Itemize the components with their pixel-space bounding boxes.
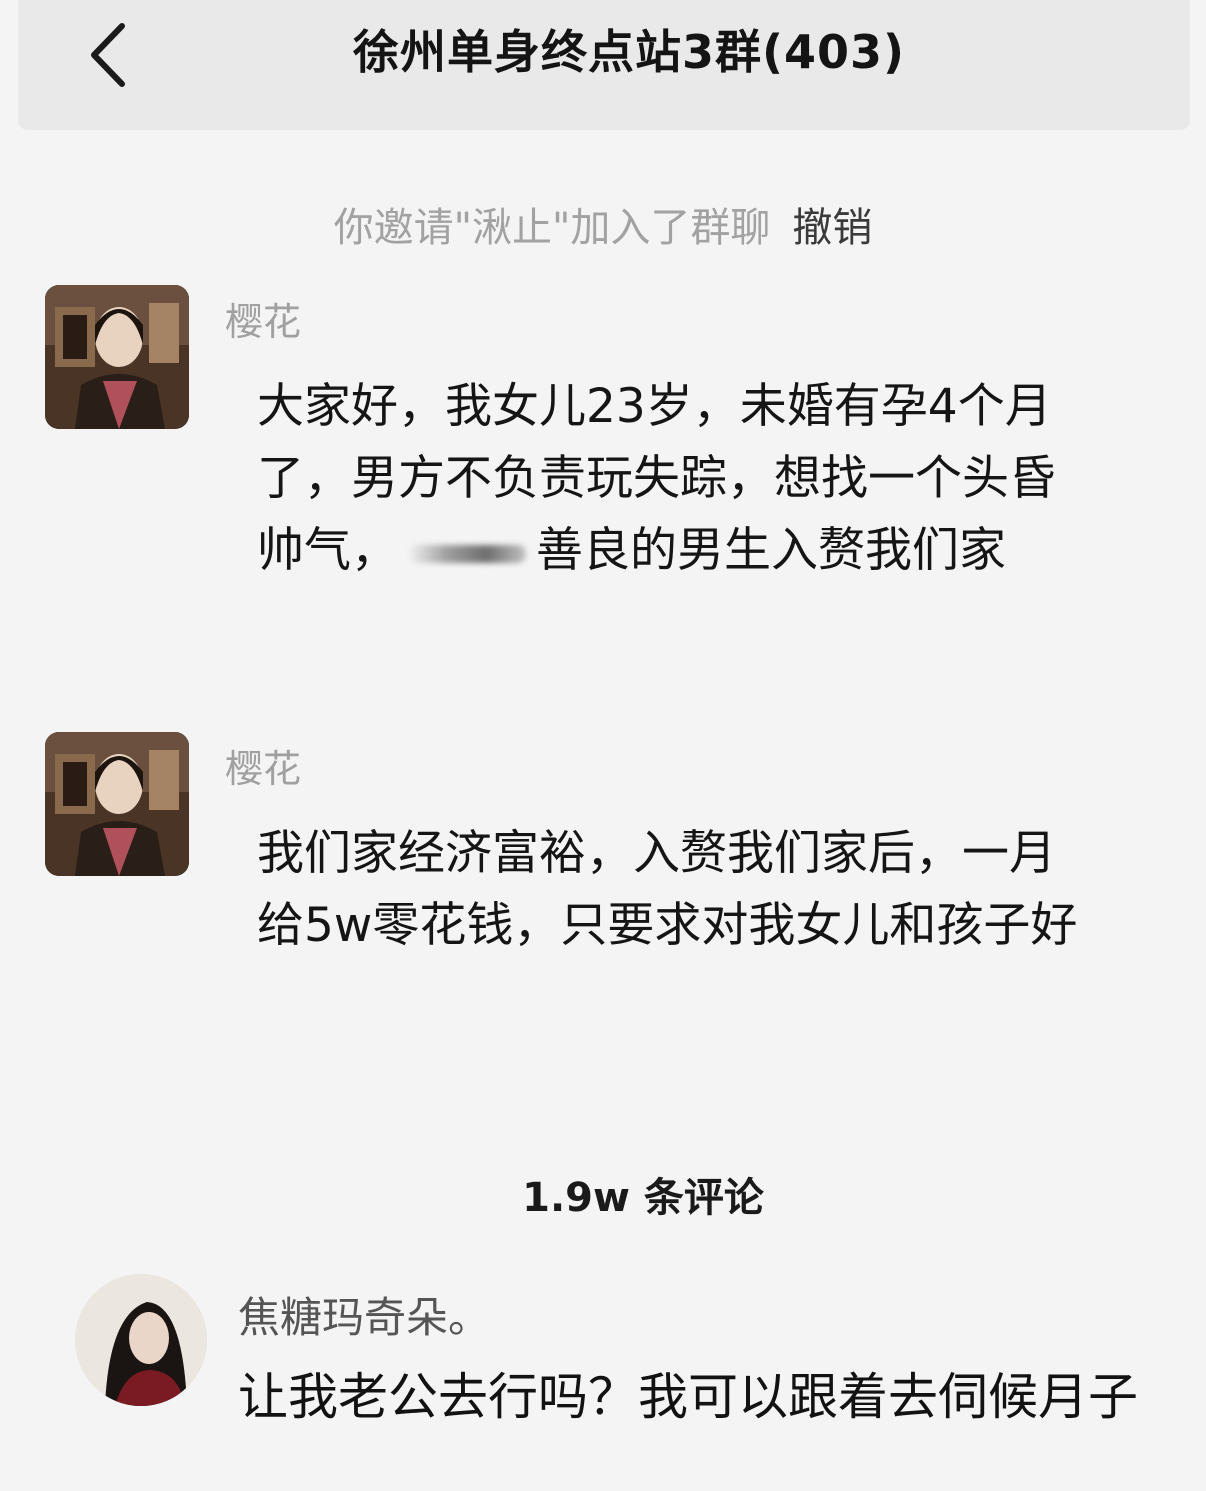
- user-photo: [75, 1274, 207, 1406]
- group-chat-title: 徐州单身终点站3群(403): [352, 25, 906, 79]
- revoke-button[interactable]: 撤销: [792, 205, 872, 251]
- commenter-name: 焦糖玛奇朵。: [238, 1293, 491, 1342]
- sender-name: 樱花: [225, 747, 302, 791]
- system-notice-text: 你邀请"湫止"加入了群聊: [333, 205, 771, 251]
- sender-name: 樱花: [225, 300, 302, 344]
- commenter-avatar[interactable]: [75, 1274, 207, 1406]
- comment-text: 让我老公去行吗？我可以跟着去伺候月子: [238, 1368, 1138, 1426]
- chevron-left-icon: [91, 23, 125, 87]
- comment-count: 1.9w 条评论: [522, 1175, 764, 1221]
- user-photo: [45, 285, 189, 429]
- avatar[interactable]: [45, 285, 189, 429]
- back-button[interactable]: [78, 20, 138, 90]
- top-bar: 徐州单身终点站3群(403): [18, 0, 1190, 130]
- user-photo: [45, 732, 189, 876]
- system-notice: 你邀请"湫止"加入了群聊 撤销: [0, 195, 1206, 253]
- blur-mark: [408, 544, 526, 563]
- message-text: 大家好，我女儿23岁，未婚有孕4个月了，男方不负责玩失踪，想找一个头昏帅气， 善良…: [257, 371, 1097, 587]
- message-text: 我们家经济富裕，入赘我们家后，一月给5w零花钱，只要求对我女儿和孩子好: [257, 826, 1078, 953]
- chat-message: 樱花 大家好，我女儿23岁，未婚有孕4个月了，男方不负责玩失踪，想找一个头昏帅气…: [45, 285, 1145, 685]
- chat-message: 樱花 我们家经济富裕，入赘我们家后，一月给5w零花钱，只要求对我女儿和孩子好: [45, 732, 1145, 1062]
- message-text-part: 善良的男生入赘我们家: [536, 523, 1006, 578]
- avatar[interactable]: [45, 732, 189, 876]
